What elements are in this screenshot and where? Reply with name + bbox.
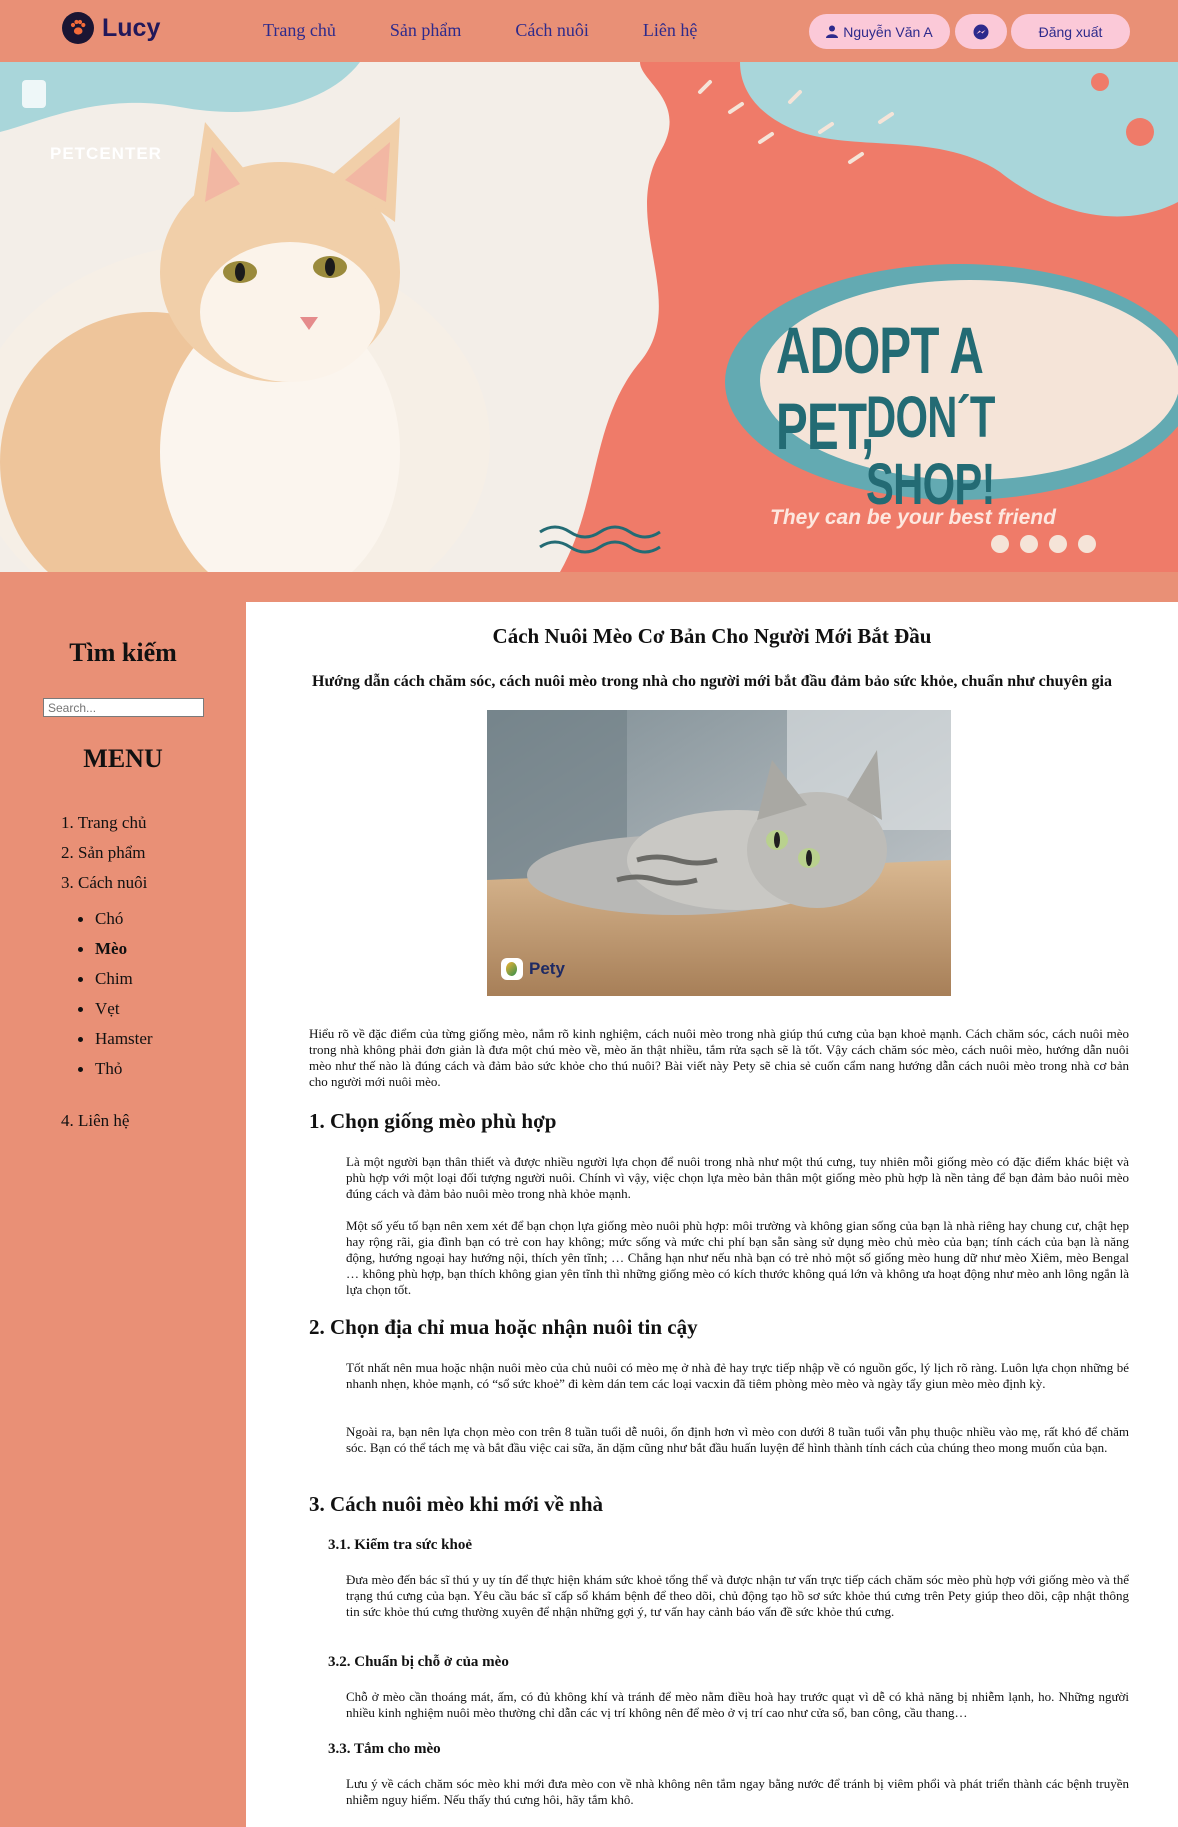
sidebar-subitem-parrot[interactable]: Vẹt [78, 994, 153, 1024]
cat-photo [487, 710, 951, 996]
top-navbar: Lucy Trang chủ Sản phẩm Cách nuôi Liên h… [0, 0, 1178, 62]
subsection-heading-3-2: 3.2. Chuẩn bị chỗ ở của mèo [328, 1654, 509, 1670]
sidebar-subitem-bird[interactable]: Chim [78, 964, 153, 994]
image-caption: Pety [529, 959, 565, 978]
sidebar-submenu: Chó Mèo Chim Vẹt Hamster Thỏ [78, 904, 153, 1084]
search-heading: Tìm kiếm [69, 638, 177, 667]
logo[interactable]: Lucy [62, 12, 160, 44]
hero-tagline: They can be your best friend [770, 506, 1056, 529]
section-2-paragraph-1: Tốt nhất nên mua hoặc nhận nuôi mèo của … [346, 1360, 1129, 1391]
user-profile-button[interactable]: Nguyễn Văn A [809, 14, 950, 49]
logout-button[interactable]: Đăng xuất [1011, 14, 1130, 49]
section-2-paragraph-2: Ngoài ra, bạn nên lựa chọn mèo con trên … [346, 1424, 1129, 1455]
nav-link-home[interactable]: Trang chủ [263, 20, 336, 41]
nav-link-contact[interactable]: Liên hệ [643, 20, 697, 41]
hero-brand-text: PETCENTER [50, 144, 162, 163]
sidebar-item-products[interactable]: 2. Sản phẩm [61, 838, 147, 868]
sidebar-subitem-cat[interactable]: Mèo [78, 934, 153, 964]
pety-logo-icon [501, 958, 523, 980]
article-intro: Hiểu rõ về đặc điểm của từng giống mèo, … [309, 1026, 1129, 1089]
subsection-3-1-paragraph: Đưa mèo đến bác sĩ thú y uy tín để thực … [346, 1572, 1129, 1619]
nav-link-products[interactable]: Sản phẩm [390, 20, 462, 41]
subsection-3-3-paragraph: Lưu ý về cách chăm sóc mèo khi mới đưa m… [346, 1776, 1129, 1807]
messenger-button[interactable] [955, 14, 1007, 49]
section-heading-1: 1. Chọn giống mèo phù hợp [309, 1109, 557, 1133]
article-content: Cách Nuôi Mèo Cơ Bản Cho Người Mới Bắt Đ… [246, 602, 1178, 1827]
sidebar-item-contact[interactable]: 4. Liên hệ [61, 1106, 129, 1136]
article-subtitle: Hướng dẫn cách chăm sóc, cách nuôi mèo t… [312, 673, 1112, 690]
section-1-paragraph-1: Là một người bạn thân thiết và được nhiề… [346, 1154, 1129, 1201]
subsection-3-2-paragraph: Chỗ ở mèo cần thoáng mát, ấm, có đủ khôn… [346, 1689, 1129, 1720]
image-watermark: Pety [501, 958, 565, 980]
sidebar-subitem-hamster[interactable]: Hamster [78, 1024, 153, 1054]
sidebar-item-home[interactable]: 1. Trang chủ [61, 808, 147, 838]
menu-heading: MENU [83, 744, 163, 773]
section-heading-2: 2. Chọn địa chỉ mua hoặc nhận nuôi tin c… [309, 1315, 698, 1339]
sidebar-subitem-rabbit[interactable]: Thỏ [78, 1054, 153, 1084]
sidebar: Tìm kiếm MENU 1. Trang chủ 2. Sản phẩm 3… [0, 572, 246, 1827]
main-nav: Trang chủ Sản phẩm Cách nuôi Liên hệ [263, 20, 751, 41]
logo-text: Lucy [102, 13, 161, 42]
sidebar-menu: 1. Trang chủ 2. Sản phẩm 3. Cách nuôi [61, 808, 147, 898]
subsection-heading-3-1: 3.1. Kiểm tra sức khoẻ [328, 1537, 472, 1553]
search-input[interactable] [43, 698, 204, 717]
article-title: Cách Nuôi Mèo Cơ Bản Cho Người Mới Bắt Đ… [492, 624, 932, 648]
nav-link-care[interactable]: Cách nuôi [515, 20, 589, 41]
sidebar-subitem-dog[interactable]: Chó [78, 904, 153, 934]
messenger-icon [973, 24, 989, 39]
article-cat-image: Pety [487, 710, 951, 996]
subsection-heading-3-3: 3.3. Tắm cho mèo [328, 1741, 441, 1757]
hero-headline-line2: DON´T SHOP! [866, 385, 995, 517]
hero-banner: PETCENTER ADOPT A PET, DON´T SHOP! They … [0, 62, 1178, 572]
section-1-paragraph-2: Một số yếu tố bạn nên xem xét để bạn chọ… [346, 1218, 1129, 1297]
section-heading-3: 3. Cách nuôi mèo khi mới về nhà [309, 1492, 603, 1516]
user-name: Nguyễn Văn A [843, 23, 933, 40]
paw-icon [62, 12, 94, 44]
user-icon [826, 25, 839, 38]
sidebar-item-care[interactable]: 3. Cách nuôi [61, 868, 147, 898]
